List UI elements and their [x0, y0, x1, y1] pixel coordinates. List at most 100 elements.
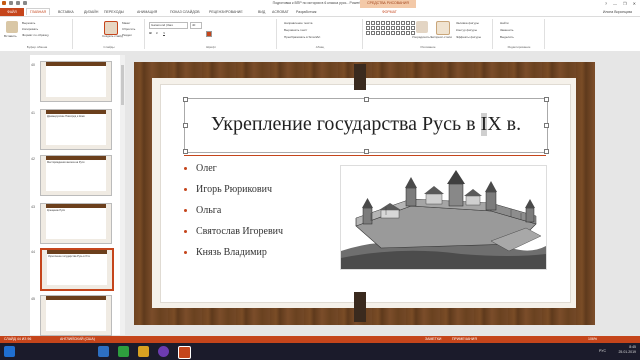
resize-handle[interactable] [183, 97, 188, 102]
font-color-icon[interactable] [206, 31, 212, 37]
viber-icon[interactable] [158, 346, 169, 357]
bullet-dot [184, 209, 187, 213]
replace-button[interactable]: Заменить [500, 28, 513, 32]
format-painter-button[interactable]: Формат по образцу [22, 33, 49, 37]
bullet-dot [184, 251, 187, 255]
editing-group-label: Редактирование [507, 45, 531, 49]
font-size-select[interactable]: 40 [190, 22, 202, 29]
file-explorer-icon[interactable] [138, 346, 149, 357]
find-button[interactable]: Найти [500, 21, 509, 25]
slide-title-text: Укрепление государства Русь в [210, 113, 481, 135]
reset-button[interactable]: Сбросить [122, 27, 135, 31]
close-button[interactable]: ✕ [633, 1, 636, 6]
tab-animations[interactable]: АНИМАЦИЯ [137, 10, 157, 14]
shape-effects-button[interactable]: Эффекты фигуры [456, 35, 481, 39]
bullet-text: Игорь Рюрикович [196, 184, 272, 195]
cut-button[interactable]: Вырезать [22, 21, 35, 25]
tab-insert[interactable]: ВСТАВКА [58, 10, 74, 14]
slide-thumbnail[interactable]: Месторождения железа на Руси [40, 155, 112, 196]
language-indicator[interactable]: АНГЛИЙСКИЙ (США) [60, 337, 95, 341]
tab-file[interactable]: ФАЙЛ [0, 8, 24, 16]
tab-home[interactable]: ГЛАВНАЯ [26, 8, 51, 15]
quick-styles-button[interactable]: Экспресс-стили [430, 35, 452, 39]
resize-handle[interactable] [183, 149, 188, 154]
tab-developer[interactable]: Разработчик [296, 10, 316, 14]
thumbnail-title: Месторождения железа на Руси [46, 160, 106, 191]
new-slide-button[interactable]: Создать слайд [102, 34, 123, 38]
fortress-illustration[interactable] [340, 165, 547, 270]
bullet-dot [184, 167, 187, 171]
quick-styles-icon[interactable] [436, 21, 450, 35]
convert-smartart-button[interactable]: Преобразовать в SmartArt [284, 35, 320, 39]
bullet-text: Олег [196, 163, 217, 174]
slide-thumbnail[interactable] [40, 61, 112, 102]
bold-button[interactable]: Ж [149, 31, 152, 35]
tab-view[interactable]: ВИД [258, 10, 265, 14]
paste-icon[interactable] [6, 21, 18, 33]
tray-language[interactable]: РУС [599, 349, 606, 353]
new-slide-icon[interactable] [104, 21, 118, 35]
bullet-item: Олег [184, 163, 324, 177]
slide-title-placeholder[interactable]: Укрепление государства Русь в IX в. [183, 97, 549, 154]
restore-button[interactable]: ❐ [623, 1, 627, 6]
bullet-dot [184, 188, 187, 192]
underline-button[interactable]: Ч [163, 31, 165, 35]
paragraph-group-label: Абзац [315, 45, 325, 49]
resize-handle[interactable] [364, 97, 369, 102]
font-name-select[interactable]: Garamond (Заго [149, 22, 188, 29]
align-text-button[interactable]: Выровнять текст [284, 28, 307, 32]
window-title: Подготовка к ВПР по истории в 6 класса р… [272, 1, 368, 5]
tab-acrobat[interactable]: ACROBAT [272, 10, 289, 14]
start-button-icon[interactable] [4, 346, 15, 357]
title-bar: Подготовка к ВПР по истории в 6 класса р… [0, 0, 640, 8]
slide-title-text-end: X в. [487, 113, 522, 135]
select-button[interactable]: Выделить [500, 35, 514, 39]
paste-button[interactable]: Вставить [4, 34, 17, 38]
bullet-item: Князь Владимир [184, 247, 324, 261]
tab-format[interactable]: ФОРМАТ [382, 10, 397, 14]
thumbnail-number: 44 [31, 250, 35, 254]
copy-button[interactable]: Копировать [22, 27, 38, 31]
help-button[interactable]: ? [605, 1, 607, 6]
top-clip-decoration [354, 64, 366, 90]
scrollbar-thumb[interactable] [121, 65, 124, 105]
powerpoint-taskbar-icon[interactable] [178, 346, 191, 359]
windows-store-icon[interactable] [98, 346, 109, 357]
user-account[interactable]: Илона Воронцова [603, 10, 632, 14]
shape-outline-button[interactable]: Контур фигуры [456, 28, 477, 32]
tray-date[interactable]: 25.01.2019 [618, 350, 636, 355]
slide-thumbnail-selected[interactable]: Укрепление государства Русь в IX в. [40, 248, 114, 291]
resize-handle[interactable] [544, 149, 549, 154]
resize-handle[interactable] [544, 97, 549, 102]
font-group: Garamond (Заго 40 Ж К Ч Шрифт [146, 19, 277, 49]
clipboard-group: Вставить Вырезать Копировать Формат по о… [2, 19, 73, 49]
arrange-icon[interactable] [416, 21, 428, 33]
bullet-text: Святослав Игоревич [196, 226, 284, 237]
slide-thumbnail[interactable] [40, 295, 112, 336]
status-bar: СЛАЙД 44 ИЗ 96 АНГЛИЙСКИЙ (США) ЗАМЕТКИ … [0, 336, 640, 343]
tab-design[interactable]: ДИЗАЙН [84, 10, 98, 14]
thumbnails-scrollbar[interactable] [120, 55, 125, 335]
comments-button[interactable]: ПРИМЕЧАНИЯ [452, 337, 477, 341]
zoom-level[interactable]: 106% [588, 337, 597, 341]
minimize-button[interactable]: — [613, 1, 617, 6]
section-button[interactable]: Раздел [122, 33, 132, 37]
drawing-tools-context-group: СРЕДСТВА РИСОВАНИЯ [360, 0, 416, 8]
resize-handle[interactable] [364, 149, 369, 154]
layout-button[interactable]: Макет [122, 21, 131, 25]
shape-fill-button[interactable]: Заливка фигуры [456, 21, 479, 25]
shapes-gallery[interactable] [366, 21, 415, 41]
italic-button[interactable]: К [156, 31, 158, 35]
arrange-button[interactable]: Упорядочить [412, 35, 430, 39]
tab-review[interactable]: РЕЦЕНЗИРОВАНИЕ [209, 10, 243, 14]
notes-button[interactable]: ЗАМЕТКИ [425, 337, 441, 341]
thumbnail-number: 45 [31, 297, 35, 301]
tab-transitions[interactable]: ПЕРЕХОДЫ [104, 10, 124, 14]
thumbnail-number: 42 [31, 157, 35, 161]
text-direction-button[interactable]: Направление текста [284, 21, 312, 25]
drawing-group: Упорядочить Экспресс-стили Заливка фигур… [364, 19, 493, 49]
slide-thumbnail[interactable]: Древнерусские Новгород и Киев [40, 109, 112, 150]
slide-thumbnail[interactable]: Крещение Руси [40, 203, 112, 244]
tab-slideshow[interactable]: ПОКАЗ СЛАЙДОВ [170, 10, 200, 14]
folder-app-icon[interactable] [118, 346, 129, 357]
